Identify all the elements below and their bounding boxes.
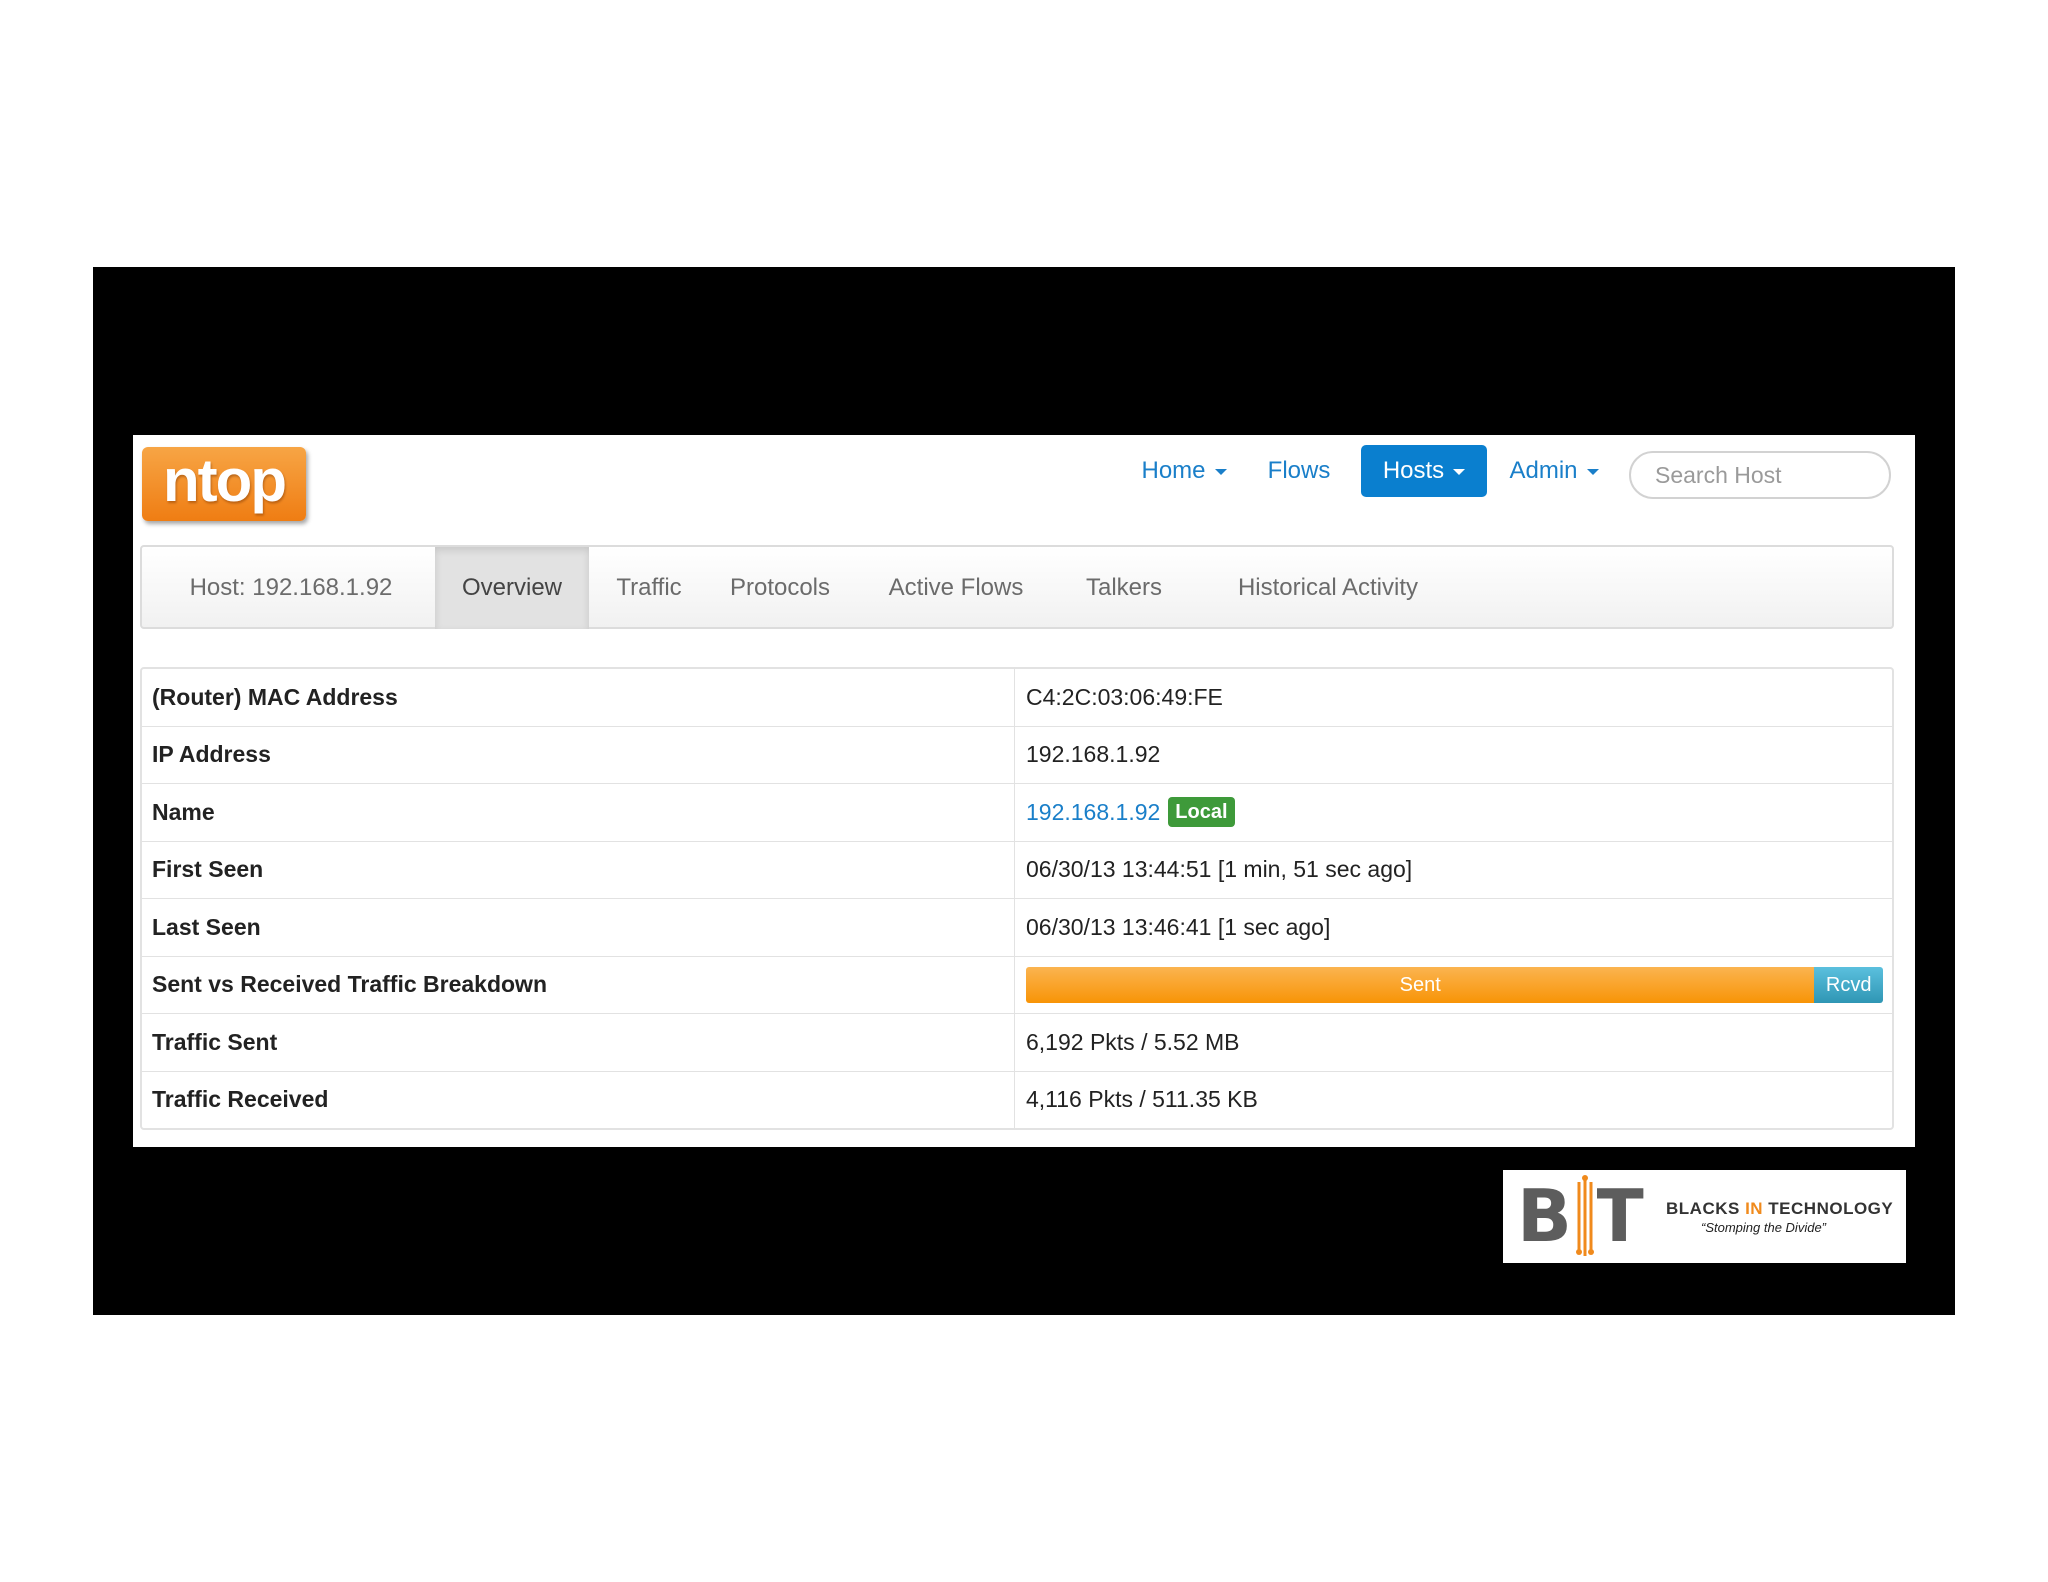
last-seen-value: 06/30/13 13:46:41 [1 sec ago] bbox=[1026, 913, 1331, 940]
bit-title-part1: BLACKS bbox=[1666, 1199, 1746, 1218]
chevron-down-icon bbox=[1453, 468, 1466, 475]
bit-title-part3: TECHNOLOGY bbox=[1763, 1199, 1894, 1218]
table-row: Traffic Received 4,116 Pkts / 511.35 KB bbox=[142, 1070, 1892, 1128]
table-row: Sent vs Received Traffic Breakdown Sent … bbox=[142, 955, 1892, 1014]
bit-title-part2: IN bbox=[1745, 1199, 1764, 1218]
first-seen-label: First Seen bbox=[142, 841, 1015, 898]
host-name-link[interactable]: 192.168.1.92 bbox=[1026, 799, 1160, 826]
table-row: Traffic Sent 6,192 Pkts / 5.52 MB bbox=[142, 1013, 1892, 1071]
nav-home[interactable]: Home bbox=[1129, 445, 1239, 497]
host-tab-bar: Host: 192.168.1.92 Overview Traffic Prot… bbox=[140, 545, 1894, 629]
traffic-received-label: Traffic Received bbox=[142, 1071, 1015, 1128]
mac-address-value: C4:2C:03:06:49:FE bbox=[1026, 683, 1223, 710]
tab-protocols[interactable]: Protocols bbox=[718, 547, 842, 629]
ip-address-label: IP Address bbox=[142, 726, 1015, 783]
tab-talkers[interactable]: Talkers bbox=[1068, 547, 1180, 629]
nav-admin[interactable]: Admin bbox=[1499, 445, 1609, 497]
ip-address-value: 192.168.1.92 bbox=[1026, 741, 1161, 768]
traffic-received-value: 4,116 Pkts / 511.35 KB bbox=[1026, 1086, 1258, 1113]
tab-active-flows[interactable]: Active Flows bbox=[878, 547, 1034, 629]
table-row: First Seen 06/30/13 13:44:51 [1 min, 51 … bbox=[142, 840, 1892, 898]
nav-hosts-label: Hosts bbox=[1382, 457, 1445, 484]
local-badge: Local bbox=[1168, 797, 1235, 828]
table-row: IP Address 192.168.1.92 bbox=[142, 725, 1892, 783]
name-value-cell: 192.168.1.92 Local bbox=[1015, 784, 1892, 841]
host-info-table: (Router) MAC Address C4:2C:03:06:49:FE I… bbox=[140, 667, 1894, 1130]
first-seen-value: 06/30/13 13:44:51 [1 min, 51 sec ago] bbox=[1026, 856, 1413, 883]
circuit-icon bbox=[1573, 1175, 1597, 1256]
traffic-breakdown-bar: Sent Rcvd bbox=[1026, 966, 1883, 1003]
table-row: Name 192.168.1.92 Local bbox=[142, 783, 1892, 841]
last-seen-label: Last Seen bbox=[142, 899, 1015, 956]
tab-traffic[interactable]: Traffic bbox=[601, 547, 697, 629]
blacks-in-technology-logo: BIT BLACKS IN TECHNOLOGY “Stomping the D… bbox=[1503, 1170, 1906, 1263]
traffic-sent-value: 6,192 Pkts / 5.52 MB bbox=[1026, 1028, 1240, 1055]
name-label: Name bbox=[142, 784, 1015, 841]
chevron-down-icon bbox=[1586, 468, 1599, 475]
ntop-window: ntop Home Flows Hosts Admin Host: 192.16… bbox=[133, 435, 1915, 1147]
nav-home-label: Home bbox=[1141, 457, 1206, 484]
nav-flows[interactable]: Flows bbox=[1259, 445, 1339, 497]
top-navigation: Home Flows Hosts Admin bbox=[133, 445, 1915, 499]
sent-bar-segment: Sent bbox=[1026, 966, 1815, 1003]
chevron-down-icon bbox=[1214, 468, 1227, 475]
tab-overview[interactable]: Overview bbox=[435, 547, 589, 629]
rcvd-bar-segment: Rcvd bbox=[1814, 966, 1883, 1003]
tab-historical-activity[interactable]: Historical Activity bbox=[1210, 547, 1446, 629]
nav-admin-label: Admin bbox=[1509, 457, 1578, 484]
bit-title: BLACKS IN TECHNOLOGY bbox=[1666, 1199, 1893, 1219]
nav-flows-label: Flows bbox=[1267, 457, 1331, 484]
traffic-breakdown-label: Sent vs Received Traffic Breakdown bbox=[142, 956, 1015, 1013]
search-host-input[interactable] bbox=[1629, 451, 1891, 499]
traffic-sent-label: Traffic Sent bbox=[142, 1014, 1015, 1071]
mac-address-label: (Router) MAC Address bbox=[142, 669, 1015, 726]
table-row: (Router) MAC Address C4:2C:03:06:49:FE bbox=[142, 669, 1892, 726]
nav-hosts[interactable]: Hosts bbox=[1361, 445, 1487, 497]
bit-tagline: “Stomping the Divide” bbox=[1701, 1220, 1826, 1235]
traffic-breakdown-cell: Sent Rcvd bbox=[1015, 957, 1892, 1014]
host-label: Host: 192.168.1.92 bbox=[189, 574, 393, 601]
table-row: Last Seen 06/30/13 13:46:41 [1 sec ago] bbox=[142, 898, 1892, 956]
